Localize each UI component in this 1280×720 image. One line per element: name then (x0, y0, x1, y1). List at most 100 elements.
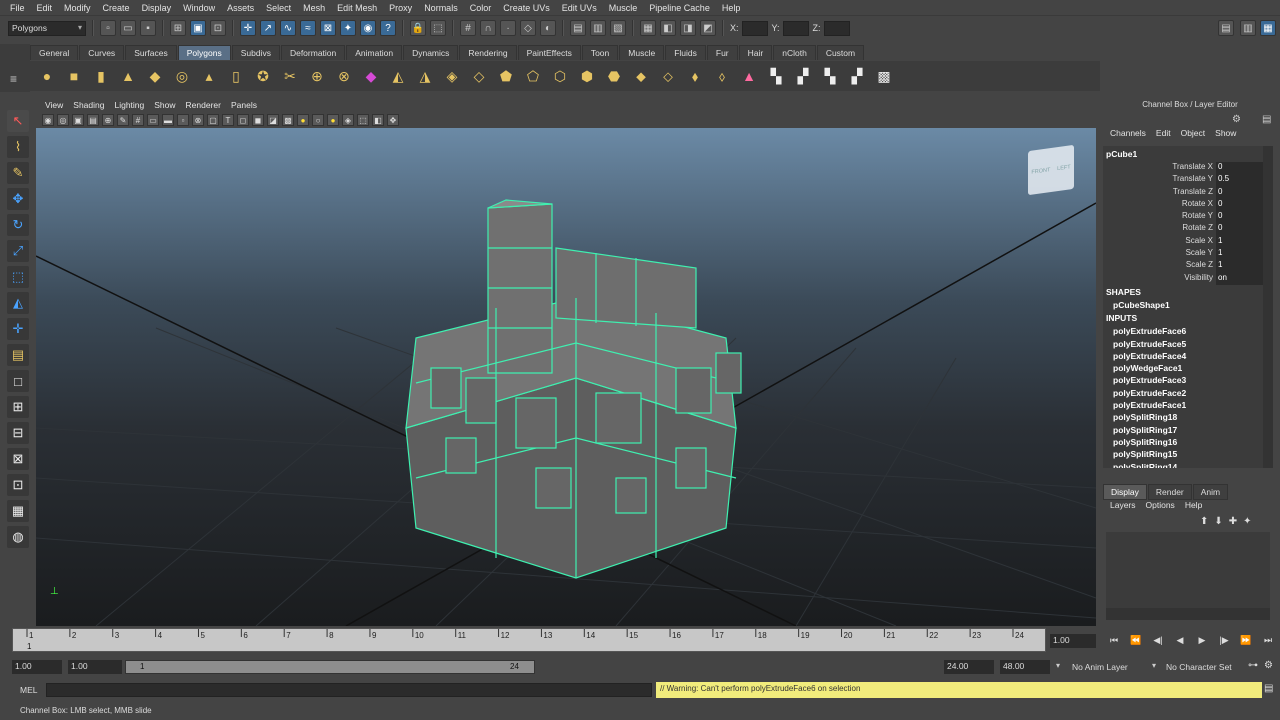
image-plane-icon[interactable]: ▤ (87, 114, 99, 126)
channel-row[interactable]: Scale X1 (1103, 235, 1273, 249)
move-layer-down-icon[interactable]: ⬇ (1214, 516, 1222, 527)
select-handles-icon[interactable]: ✛ (240, 20, 256, 36)
offset-edge-loop-icon[interactable]: ⬠ (522, 65, 544, 87)
move-tool-icon[interactable]: ✥ (7, 188, 29, 210)
channel-box-scrollbar[interactable] (1263, 146, 1273, 468)
uv-planar-icon[interactable]: ▚ (765, 65, 787, 87)
channel-label[interactable]: Scale X (1103, 236, 1213, 248)
current-time-field[interactable]: 1.00 (1050, 634, 1096, 648)
channel-label[interactable]: Visibility (1103, 273, 1213, 285)
channel-row[interactable]: Translate Y 0.5 (1103, 174, 1273, 187)
poly-soccer-icon[interactable]: ✪ (252, 65, 274, 87)
universal-manipulator-icon[interactable]: ⬚ (7, 266, 29, 288)
channel-label[interactable]: Rotate X (1103, 199, 1213, 211)
menu-create[interactable]: Create (97, 3, 136, 13)
render-settings-icon[interactable]: ◩ (700, 20, 716, 36)
layout-custom-icon[interactable]: ▦ (7, 500, 29, 522)
menu-normals[interactable]: Normals (418, 3, 464, 13)
poly-prism-icon[interactable]: ▴ (198, 65, 220, 87)
use-all-lights-icon[interactable]: ● (297, 114, 309, 126)
channel-row[interactable]: Translate X0 (1103, 162, 1273, 175)
layer-list-scrollbar[interactable] (1106, 608, 1270, 620)
input-node[interactable]: polySplitRing17 (1103, 424, 1273, 436)
input-node[interactable]: polyExtrudeFace4 (1103, 350, 1273, 362)
shelf-tab-deformation[interactable]: Deformation (280, 45, 346, 60)
menu-edit[interactable]: Edit (31, 3, 59, 13)
camera-attributes-icon[interactable]: ◎ (57, 114, 69, 126)
channel-box-toggle-view-icon[interactable]: ▤ (1262, 114, 1271, 125)
layout-persp-graph-icon[interactable]: ⊟ (7, 422, 29, 444)
menu-assets[interactable]: Assets (221, 3, 260, 13)
uv-auto-icon[interactable]: ▞ (846, 65, 868, 87)
resolution-gate-icon[interactable]: ▬ (162, 114, 174, 126)
new-layer-icon[interactable]: ✚ (1229, 516, 1237, 527)
new-scene-icon[interactable]: ▫ (100, 20, 116, 36)
channel-row[interactable]: Visibility on (1103, 272, 1273, 285)
poly-cone-icon[interactable]: ▲ (117, 65, 139, 87)
poly-sphere-icon[interactable]: ● (36, 65, 58, 87)
poly-pipe-icon[interactable]: ▯ (225, 65, 247, 87)
go-to-end-icon[interactable]: ⏭ (1258, 635, 1278, 649)
channel-menu-edit[interactable]: Edit (1152, 128, 1175, 142)
construction-history-icon[interactable]: ▥ (590, 20, 606, 36)
channel-menu-show[interactable]: Show (1211, 128, 1240, 142)
input-node[interactable]: polyExtrudeFace2 (1103, 387, 1273, 399)
quick-layout-icon[interactable]: ◍ (7, 526, 29, 548)
mel-input[interactable] (46, 683, 652, 697)
chamfer-icon[interactable]: ⬦ (657, 65, 679, 87)
shelf-tab-fur[interactable]: Fur (706, 45, 738, 60)
channel-label[interactable]: Translate Z (1103, 187, 1213, 199)
poke-icon[interactable]: ⬥ (630, 65, 652, 87)
ipr-render-icon[interactable]: ◨ (680, 20, 696, 36)
grid-toggle-icon[interactable]: # (132, 114, 144, 126)
render-view-icon[interactable]: ▦ (640, 20, 656, 36)
poly-plane-icon[interactable]: ◆ (144, 65, 166, 87)
layer-tab-anim[interactable]: Anim (1192, 484, 1229, 500)
channel-row[interactable]: Rotate Y0 (1103, 211, 1273, 224)
history-icon[interactable]: ▤ (570, 20, 586, 36)
shelf-tab-toon[interactable]: Toon (581, 45, 619, 60)
smooth-icon[interactable]: ◆ (360, 65, 382, 87)
merge-icon[interactable]: ⬢ (576, 65, 598, 87)
menu-file[interactable]: File (4, 3, 31, 13)
menu-help[interactable]: Help (716, 3, 747, 13)
layout-outliner-icon[interactable]: ⊠ (7, 448, 29, 470)
layer-menu-help[interactable]: Help (1182, 500, 1205, 514)
uv-editor-icon[interactable]: ▩ (873, 65, 895, 87)
select-surfaces-icon[interactable]: ≈ (300, 20, 316, 36)
select-component-icon[interactable]: ⊡ (210, 20, 226, 36)
default-light-icon[interactable]: ● (327, 114, 339, 126)
lock-selection-icon[interactable]: 🔒 (410, 20, 426, 36)
layout-hypershade-icon[interactable]: ⊡ (7, 474, 29, 496)
current-frame-marker[interactable]: 1 (27, 642, 32, 651)
smooth-shade-icon[interactable]: ◼ (252, 114, 264, 126)
select-deformations-icon[interactable]: ⊠ (320, 20, 336, 36)
poly-cube-icon[interactable]: ■ (63, 65, 85, 87)
high-quality-icon[interactable]: ◧ (372, 114, 384, 126)
channel-row[interactable]: Scale Y1 (1103, 248, 1273, 261)
object-name[interactable]: pCube1 (1103, 146, 1273, 162)
menu-create-uvs[interactable]: Create UVs (497, 3, 556, 13)
uv-spherical-icon[interactable]: ▚ (819, 65, 841, 87)
soft-modification-icon[interactable]: ◭ (7, 292, 29, 314)
input-node[interactable]: polySplitRing15 (1103, 448, 1273, 460)
channel-label[interactable]: Translate X (1103, 162, 1213, 174)
quadrangulate-icon[interactable]: ⬨ (711, 65, 733, 87)
tool-settings-icon[interactable]: ▥ (1240, 20, 1256, 36)
new-layer-selected-icon[interactable]: ✦ (1243, 516, 1251, 527)
step-back-key-icon[interactable]: ⏪ (1126, 635, 1146, 649)
channel-row[interactable]: Rotate X0 (1103, 198, 1273, 212)
step-forward-frame-icon[interactable]: |▶ (1214, 635, 1234, 649)
poly-torus-icon[interactable]: ◎ (171, 65, 193, 87)
safe-title-icon[interactable]: T (222, 114, 234, 126)
shelf-tab-custom[interactable]: Custom (816, 45, 865, 60)
time-slider[interactable]: 1 2 3 4 5 6 7 8 9 10 11 12 13 14 15 16 17 18 19 20 21 22 23 24 1 (12, 628, 1046, 652)
shelf-tab-surfaces[interactable]: Surfaces (125, 45, 177, 60)
shelf-tab-rendering[interactable]: Rendering (459, 45, 517, 60)
gate-mask-icon[interactable]: ▫ (177, 114, 189, 126)
field-chart-icon[interactable]: ⊗ (192, 114, 204, 126)
anim-layer-label[interactable]: No Anim Layer (1072, 662, 1128, 672)
input-node[interactable]: polySplitRing18 (1103, 411, 1273, 423)
channel-value[interactable]: 1 (1216, 260, 1264, 273)
input-output-icon[interactable]: ▧ (610, 20, 626, 36)
